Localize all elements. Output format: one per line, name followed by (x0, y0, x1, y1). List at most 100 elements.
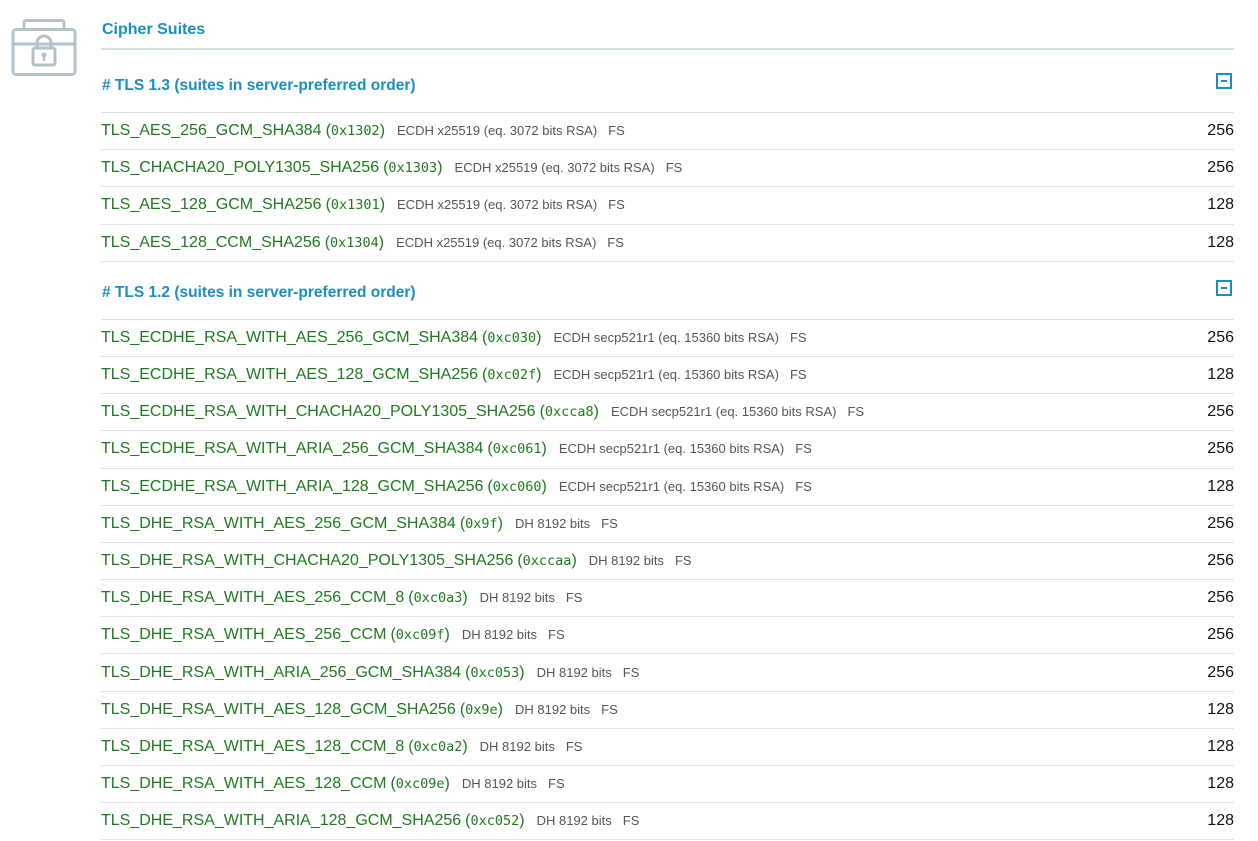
cipher-strength-bits: 256 (1207, 328, 1234, 346)
cipher-strength-bits: 256 (1207, 122, 1234, 140)
cipher-suite-row: TLS_DHE_RSA_WITH_AES_256_CCM_8(0xc0a3) DH… (101, 580, 1234, 618)
cipher-suite-row: TLS_DHE_RSA_WITH_AES_128_GCM_SHA256(0x9e… (101, 692, 1234, 729)
suite-info: TLS_ECDHE_RSA_WITH_AES_128_GCM_SHA256(0x… (101, 366, 807, 384)
suite-info: TLS_AES_128_GCM_SHA256(0x1301) ECDH x2551… (101, 196, 625, 214)
suite-code: 0xc052 (470, 813, 520, 830)
cipher-suite-row: TLS_DHE_RSA_WITH_AES_128_CCM(0xc09e) DH 8… (101, 766, 1234, 804)
cipher-suite-row: TLS_ECDHE_RSA_WITH_ARIA_128_GCM_SHA256(0… (101, 469, 1234, 506)
suite-close-paren: ) (519, 663, 525, 681)
tls-group: # TLS 1.3 (suites in server-preferred or… (101, 50, 1234, 262)
suite-code: 0xc061 (492, 441, 542, 458)
forward-secrecy-badge: FS (565, 590, 583, 606)
suite-info: TLS_AES_256_GCM_SHA384(0x1302) ECDH x2551… (101, 122, 625, 140)
suite-info: TLS_ECDHE_RSA_WITH_CHACHA20_POLY1305_SHA… (101, 403, 864, 421)
group-header: # TLS 1.2 (suites in server-preferred or… (101, 262, 1234, 320)
suite-code: 0x1304 (330, 234, 379, 251)
forward-secrecy-badge: FS (601, 515, 618, 531)
forward-secrecy-badge: FS (789, 367, 807, 383)
suite-name: TLS_CHACHA20_POLY1305_SHA256 (101, 159, 380, 177)
suite-close-paren: ) (541, 440, 547, 458)
collapse-minus-icon[interactable] (1216, 73, 1232, 89)
forward-secrecy-badge: FS (608, 123, 625, 139)
cipher-strength-bits: 128 (1207, 775, 1234, 793)
cipher-strength-bits: 256 (1207, 626, 1234, 644)
suite-code: 0x1302 (330, 123, 380, 140)
cipher-suite-row: TLS_DHE_RSA_WITH_ARIA_128_GCM_SHA256(0xc… (101, 803, 1234, 841)
forward-secrecy-badge: FS (847, 404, 865, 420)
suite-info: TLS_DHE_RSA_WITH_AES_256_CCM(0xc09f) DH 8… (101, 626, 565, 644)
cipher-suite-row: TLS_DHE_RSA_WITH_AES_256_CCM(0xc09f) DH 8… (101, 617, 1234, 655)
suite-info: TLS_DHE_RSA_WITH_ARIA_256_GCM_SHA384(0xc… (101, 664, 639, 682)
key-exchange: DH 8192 bits (515, 515, 591, 531)
suite-info: TLS_AES_128_CCM_SHA256(0x1304) ECDH x2551… (101, 234, 624, 252)
forward-secrecy-badge: FS (795, 478, 812, 494)
suite-code: 0x9f (465, 515, 498, 532)
suite-code: 0xcca8 (544, 404, 594, 421)
suite-close-paren: ) (378, 233, 385, 251)
suite-close-paren: ) (571, 551, 577, 569)
suite-close-paren: ) (536, 366, 542, 384)
suite-code: 0x1301 (330, 197, 380, 214)
suite-name: TLS_DHE_RSA_WITH_AES_128_CCM_8 (101, 737, 405, 755)
key-exchange: DH 8192 bits (479, 590, 555, 606)
forward-secrecy-badge: FS (789, 329, 807, 345)
cipher-suite-row: TLS_AES_256_GCM_SHA384(0x1302) ECDH x2551… (101, 113, 1234, 151)
cipher-strength-bits: 128 (1207, 366, 1234, 384)
key-exchange: ECDH secp521r1 (eq. 15360 bits RSA) (553, 329, 779, 345)
key-exchange: ECDH secp521r1 (eq. 15360 bits RSA) (611, 404, 837, 420)
collapse-minus-icon[interactable] (1216, 279, 1232, 296)
suite-info: TLS_DHE_RSA_WITH_ARIA_128_GCM_SHA256(0xc… (101, 812, 639, 830)
cipher-suite-row: TLS_CHACHA20_POLY1305_SHA256(0x1303) ECDH… (101, 150, 1234, 188)
suite-name: TLS_ECDHE_RSA_WITH_ARIA_256_GCM_SHA384 (101, 440, 484, 458)
cipher-strength-bits: 128 (1207, 233, 1234, 251)
suite-close-paren: ) (462, 589, 468, 607)
suite-code: 0xc09f (395, 627, 445, 644)
suite-name: TLS_DHE_RSA_WITH_AES_128_GCM_SHA256 (101, 700, 456, 718)
suite-code: 0x1303 (388, 160, 438, 177)
suite-close-paren: ) (497, 514, 503, 532)
cipher-suite-row: TLS_ECDHE_RSA_WITH_CHACHA20_POLY1305_SHA… (101, 394, 1234, 432)
forward-secrecy-badge: FS (607, 234, 624, 250)
suite-name: TLS_ECDHE_RSA_WITH_ARIA_128_GCM_SHA256 (101, 477, 484, 495)
cipher-strength-bits: 256 (1207, 514, 1234, 532)
suite-name: TLS_ECDHE_RSA_WITH_CHACHA20_POLY1305_SHA… (101, 403, 536, 421)
forward-secrecy-badge: FS (565, 738, 583, 754)
suite-close-paren: ) (379, 122, 386, 140)
suite-name: TLS_ECDHE_RSA_WITH_AES_128_GCM_SHA256 (101, 366, 479, 384)
suite-code: 0xc053 (470, 664, 520, 681)
suite-name: TLS_DHE_RSA_WITH_ARIA_128_GCM_SHA256 (101, 812, 462, 830)
key-exchange: ECDH secp521r1 (eq. 15360 bits RSA) (553, 367, 779, 383)
key-exchange: DH 8192 bits (515, 701, 591, 717)
suite-code: 0xc060 (492, 478, 542, 495)
suite-info: TLS_ECDHE_RSA_WITH_AES_256_GCM_SHA384(0x… (101, 329, 807, 347)
cipher-suite-row: TLS_ECDHE_RSA_WITH_ARIA_256_GCM_SHA384(0… (101, 431, 1234, 469)
key-exchange: ECDH x25519 (eq. 3072 bits RSA) (397, 123, 598, 139)
cipher-strength-bits: 256 (1207, 440, 1234, 458)
suite-info: TLS_CHACHA20_POLY1305_SHA256(0x1303) ECDH… (101, 159, 682, 177)
cipher-suites-page: Cipher Suites # TLS 1.3 (suites in serve… (0, 0, 1258, 841)
cipher-suite-row: TLS_DHE_RSA_WITH_CHACHA20_POLY1305_SHA25… (101, 543, 1234, 581)
group-title: # TLS 1.2 (suites in server-preferred or… (102, 283, 416, 301)
suite-info: TLS_DHE_RSA_WITH_AES_128_CCM(0xc09e) DH 8… (101, 775, 565, 793)
suite-name: TLS_ECDHE_RSA_WITH_AES_256_GCM_SHA384 (101, 328, 479, 346)
forward-secrecy-badge: FS (674, 552, 692, 568)
key-exchange: DH 8192 bits (479, 738, 555, 754)
cipher-groups: # TLS 1.3 (suites in server-preferred or… (101, 50, 1234, 841)
key-exchange: DH 8192 bits (461, 627, 538, 643)
cipher-strength-bits: 256 (1207, 589, 1234, 607)
suite-info: TLS_DHE_RSA_WITH_AES_256_CCM_8(0xc0a3) DH… (101, 589, 582, 607)
key-exchange: ECDH secp521r1 (eq. 15360 bits RSA) (558, 478, 785, 494)
forward-secrecy-badge: FS (795, 441, 812, 457)
suite-close-paren: ) (379, 196, 386, 214)
suite-name: TLS_DHE_RSA_WITH_AES_256_CCM_8 (101, 589, 405, 607)
group-header: # TLS 1.3 (suites in server-preferred or… (101, 50, 1234, 113)
suite-close-paren: ) (437, 159, 443, 177)
cipher-strength-bits: 128 (1207, 812, 1234, 830)
suite-close-paren: ) (444, 775, 450, 793)
suite-info: TLS_ECDHE_RSA_WITH_ARIA_128_GCM_SHA256(0… (101, 478, 812, 496)
suite-close-paren: ) (536, 328, 542, 346)
cipher-suite-row: TLS_DHE_RSA_WITH_AES_256_GCM_SHA384(0x9f… (101, 506, 1234, 543)
suite-close-paren: ) (444, 626, 450, 644)
key-exchange: ECDH x25519 (eq. 3072 bits RSA) (454, 160, 655, 176)
lock-briefcase-icon (11, 19, 77, 77)
